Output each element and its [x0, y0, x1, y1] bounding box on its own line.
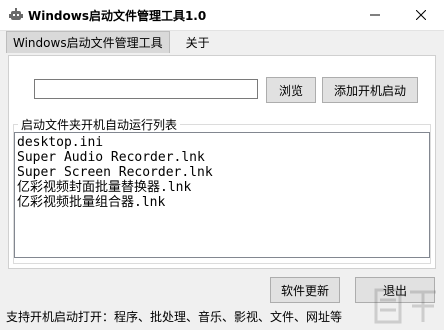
- close-button[interactable]: [398, 0, 444, 30]
- close-icon: [416, 10, 426, 20]
- list-item[interactable]: Super Screen Recorder.lnk: [17, 165, 427, 180]
- tab-main[interactable]: Windows启动文件管理工具: [6, 31, 170, 53]
- update-button[interactable]: 软件更新: [270, 277, 340, 303]
- watermark-icon: [374, 288, 436, 324]
- robot-icon: [9, 8, 23, 20]
- add-startup-button[interactable]: 添加开机启动: [322, 77, 418, 103]
- minimize-button[interactable]: [352, 0, 398, 30]
- minimize-icon: [370, 14, 380, 16]
- tab-strip: Windows启动文件管理工具 关于: [6, 31, 222, 53]
- list-item[interactable]: 亿彩视频批量组合器.lnk: [17, 195, 427, 210]
- window-title: Windows启动文件管理工具1.0: [28, 9, 207, 23]
- startup-listbox[interactable]: desktop.ini Super Audio Recorder.lnk Sup…: [14, 132, 430, 258]
- group-title: 启动文件夹开机自动运行列表: [18, 116, 181, 133]
- browse-button[interactable]: 浏览: [266, 77, 316, 103]
- list-item[interactable]: Super Audio Recorder.lnk: [17, 150, 427, 165]
- list-item[interactable]: 亿彩视频封面批量替换器.lnk: [17, 180, 427, 195]
- tab-about[interactable]: 关于: [174, 31, 222, 53]
- status-text: 支持开机启动打开：程序、批处理、音乐、影视、文件、网址等: [6, 310, 343, 324]
- path-input[interactable]: [34, 79, 258, 99]
- list-item[interactable]: desktop.ini: [17, 135, 427, 150]
- title-bar: Windows启动文件管理工具1.0: [0, 0, 444, 31]
